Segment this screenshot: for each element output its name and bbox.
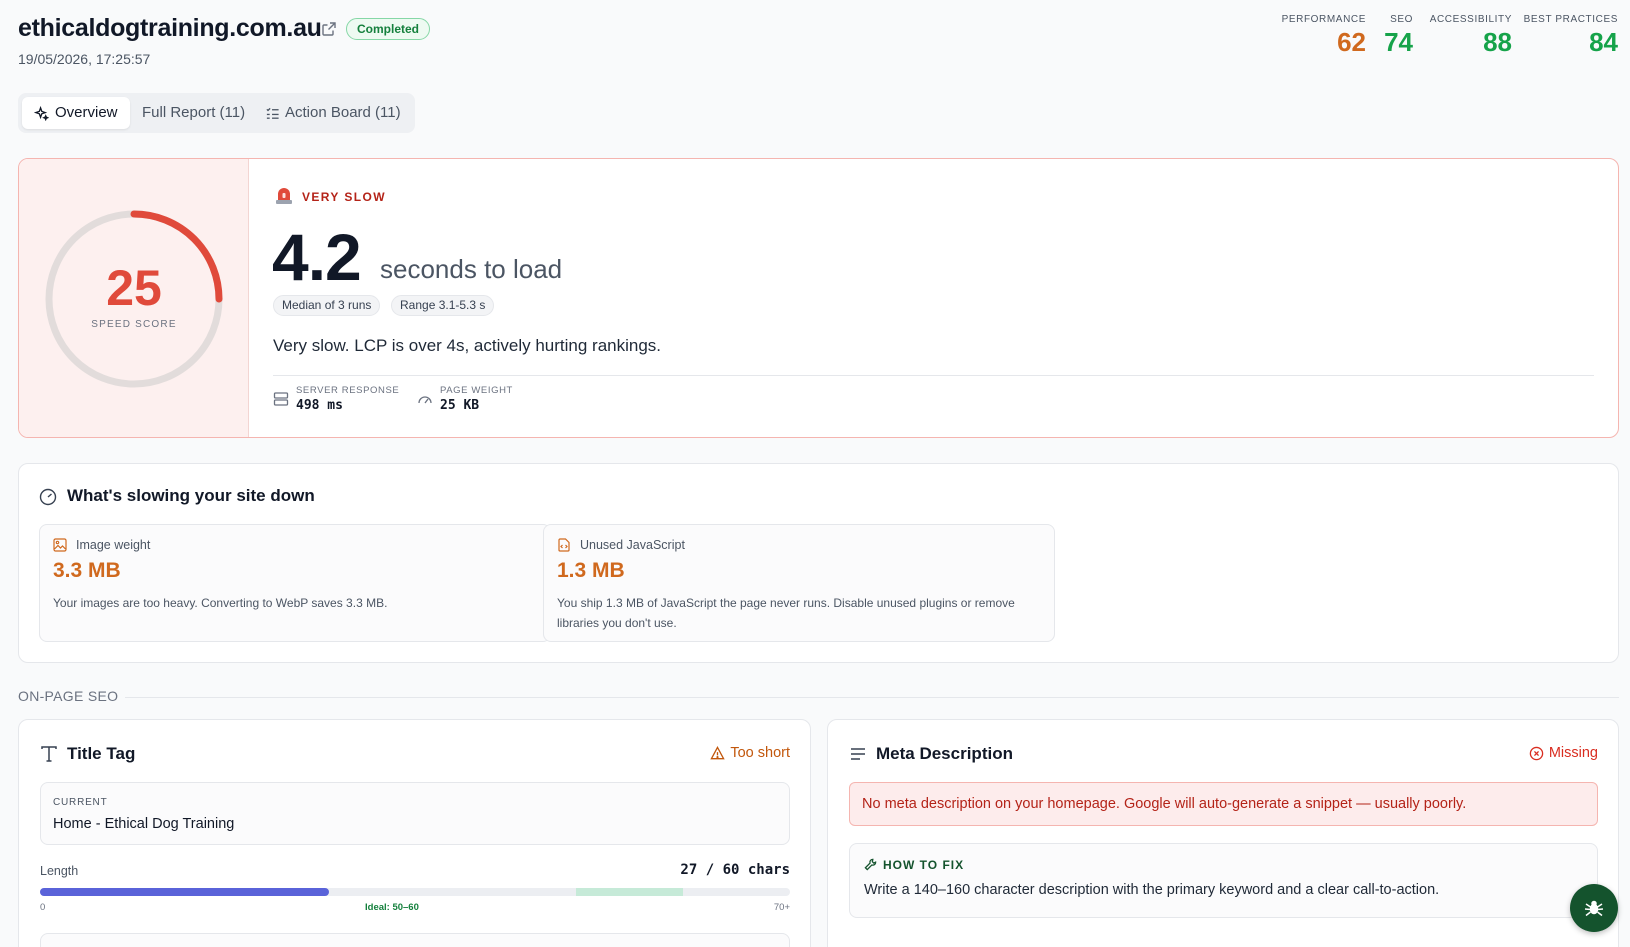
status-text: Missing [1548, 745, 1598, 761]
checklist-icon [266, 107, 279, 119]
title-tag-card: Title Tag Too short CURRENT Home - Ethic… [18, 719, 811, 947]
meta-alert: No meta description on your homepage. Go… [849, 782, 1598, 826]
issue-description: You ship 1.3 MB of JavaScript the page n… [557, 596, 1015, 630]
meta-description-card: Meta Description Missing No meta descrip… [827, 719, 1619, 947]
alert-text: No meta description on your homepage. Go… [862, 796, 1467, 812]
load-time-unit: seconds to load [380, 254, 563, 284]
issue-name: Unused JavaScript [580, 538, 685, 552]
length-ideal-range [575, 888, 683, 896]
current-label: CURRENT [53, 797, 108, 808]
how-to-fix-label: HOW TO FIX [883, 858, 965, 872]
page-weight-label: PAGE WEIGHT [440, 385, 513, 396]
current-title-value: Home - Ethical Dog Training [53, 816, 235, 832]
title-tag-status: Too short [710, 745, 790, 761]
meta-description-status: Missing [1529, 745, 1598, 761]
score-label: ACCESSIBILITY [1429, 14, 1512, 25]
tab-overview[interactable]: Overview [22, 97, 130, 129]
tab-bar: Overview Full Report (11) Action Board (… [18, 93, 415, 133]
issue-amount: 1.3 MB [557, 559, 625, 582]
external-link-icon[interactable] [321, 21, 337, 37]
speed-score-value: 25 [106, 260, 162, 316]
score-value: 88 [1483, 27, 1512, 57]
server-response-label: SERVER RESPONSE [296, 385, 400, 396]
sparkle-icon [34, 106, 49, 121]
length-bar-fill [40, 888, 329, 896]
page-weight-value: 25 KB [440, 398, 480, 413]
status-badge: Completed [346, 18, 431, 40]
tab-label: Action Board (11) [285, 104, 401, 121]
score-value: 74 [1384, 27, 1413, 57]
tab-label: Full Report (11) [142, 104, 246, 121]
range-chip: Range 3.1-5.3 s [391, 295, 495, 316]
severity-label: VERY SLOW [302, 190, 386, 204]
meta-description-title: Meta Description [876, 744, 1013, 763]
score-value: 84 [1589, 27, 1618, 57]
issue-amount: 3.3 MB [53, 559, 121, 582]
next-panel [40, 933, 790, 947]
type-icon [41, 746, 57, 762]
length-tick-max: 70+ [773, 902, 790, 913]
tab-label: Overview [55, 104, 118, 121]
file-code-icon [558, 538, 570, 552]
slowing-card: What's slowing your site down Image weig… [18, 463, 1619, 663]
speed-score-label: SPEED SCORE [91, 319, 177, 330]
issue-name: Image weight [76, 538, 151, 552]
issue-card-unused-js[interactable]: Unused JavaScript 1.3 MB You ship 1.3 MB… [543, 524, 1055, 642]
section-label-onpage-seo: ON-PAGE SEO [18, 688, 119, 704]
load-time-value: 4.2 [272, 220, 362, 294]
score-performance: PERFORMANCE 62 [1282, 14, 1366, 58]
speed-score-panel: 25 SPEED SCORE [19, 159, 249, 437]
score-label: PERFORMANCE [1281, 14, 1366, 25]
speed-card: 25 SPEED SCORE VERY SLOW 4.2 seconds to … [18, 158, 1619, 438]
slowing-title: What's slowing your site down [67, 486, 315, 505]
speed-description: Very slow. LCP is over 4s, actively hurt… [273, 336, 662, 355]
length-tick-min: 0 [40, 902, 46, 913]
score-value: 62 [1337, 27, 1366, 57]
length-value: 27 / 60 chars [680, 862, 790, 878]
issue-card-image-weight[interactable]: Image weight 3.3 MB Your images are too … [39, 524, 551, 642]
spider-assistant-button[interactable] [1570, 884, 1618, 932]
how-to-fix-text: Write a 140–160 character description wi… [864, 882, 1440, 898]
gauge-icon [418, 396, 432, 404]
tab-full-report[interactable]: Full Report (11) [142, 97, 252, 129]
score-label: SEO [1390, 14, 1413, 25]
current-title-box: CURRENT Home - Ethical Dog Training [40, 782, 790, 845]
length-tick-ideal: Ideal: 50–60 [365, 902, 419, 913]
divider [125, 697, 1619, 698]
score-best-practices: BEST PRACTICES 84 [1524, 14, 1618, 58]
score-label: BEST PRACTICES [1523, 14, 1618, 25]
gauge-icon [39, 488, 57, 506]
length-label: Length [40, 864, 79, 878]
issue-description: Your images are too heavy. Converting to… [53, 596, 388, 610]
divider [273, 375, 1594, 376]
report-page: ethicaldogtraining.com.au Completed 19/0… [0, 0, 1630, 947]
warning-icon [710, 746, 726, 760]
score-seo: SEO 74 [1384, 14, 1413, 58]
status-text: Too short [730, 745, 790, 761]
x-circle-icon [1529, 746, 1544, 761]
image-icon [53, 538, 67, 552]
siren-icon [276, 188, 292, 204]
server-response-value: 498 ms [296, 398, 343, 413]
site-title: ethicaldogtraining.com.au [18, 14, 322, 42]
score-accessibility: ACCESSIBILITY 88 [1430, 14, 1512, 58]
tab-action-board[interactable]: Action Board (11) [265, 97, 411, 129]
length-bar [40, 888, 790, 896]
wrench-icon [864, 858, 877, 871]
server-icon [273, 392, 289, 406]
title-tag-title: Title Tag [67, 744, 136, 763]
spider-icon [1584, 900, 1604, 917]
median-chip: Median of 3 runs [273, 295, 381, 316]
how-to-fix-box: HOW TO FIX Write a 140–160 character des… [849, 843, 1598, 918]
timestamp: 19/05/2026, 17:25:57 [18, 51, 151, 67]
text-align-icon [851, 748, 865, 760]
